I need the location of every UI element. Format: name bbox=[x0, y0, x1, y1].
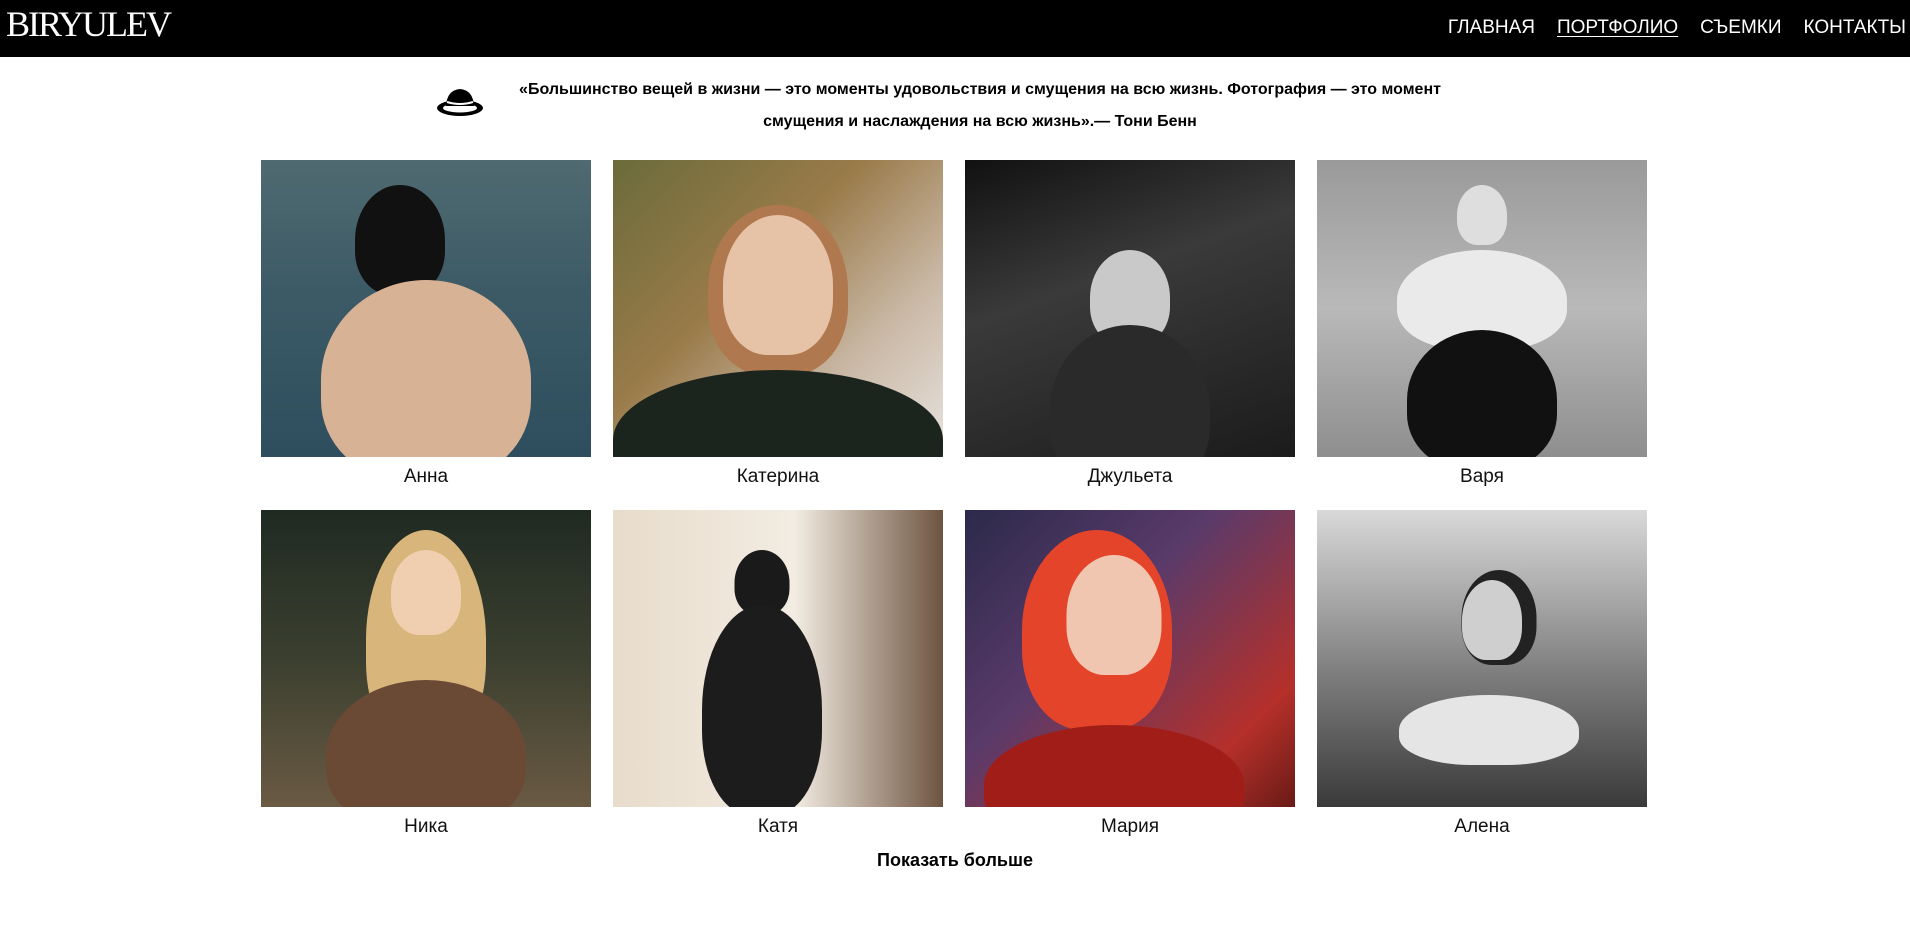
portfolio-card-dzhuleta[interactable]: Джульета bbox=[965, 160, 1295, 510]
portfolio-photo[interactable] bbox=[261, 160, 591, 457]
nav-link-home[interactable]: ГЛАВНАЯ bbox=[1448, 16, 1535, 40]
portfolio-name[interactable]: Катерина bbox=[613, 457, 943, 497]
quote-line-1: «Большинство вещей в жизни — это моменты… bbox=[519, 81, 1441, 98]
quote-section: «Большинство вещей в жизни — это моменты… bbox=[435, 74, 1475, 138]
portfolio-name[interactable]: Алена bbox=[1317, 807, 1647, 847]
portfolio-photo[interactable] bbox=[1317, 160, 1647, 457]
portfolio-photo[interactable] bbox=[613, 510, 943, 807]
portfolio-card-katerina[interactable]: Катерина bbox=[613, 160, 943, 510]
portfolio-name[interactable]: Ника bbox=[261, 807, 591, 847]
portfolio-grid: Анна Катерина Джульета Варя Ника Катя Ма… bbox=[261, 160, 1648, 860]
portfolio-name[interactable]: Катя bbox=[613, 807, 943, 847]
nav-link-shoots[interactable]: СЪЕМКИ bbox=[1700, 16, 1781, 40]
quote-text: «Большинство вещей в жизни — это моменты… bbox=[485, 74, 1475, 138]
nav-link-portfolio[interactable]: ПОРТФОЛИО bbox=[1557, 16, 1678, 40]
portfolio-name[interactable]: Джульета bbox=[965, 457, 1295, 497]
portfolio-photo[interactable] bbox=[1317, 510, 1647, 807]
main-nav: ГЛАВНАЯ ПОРТФОЛИО СЪЕМКИ КОНТАКТЫ bbox=[1448, 16, 1906, 40]
portfolio-card-katya[interactable]: Катя bbox=[613, 510, 943, 860]
portfolio-photo[interactable] bbox=[965, 510, 1295, 807]
show-more-button[interactable]: Показать больше bbox=[0, 848, 1910, 872]
portfolio-photo[interactable] bbox=[613, 160, 943, 457]
hat-icon bbox=[437, 89, 483, 116]
portfolio-name[interactable]: Анна bbox=[261, 457, 591, 497]
portfolio-card-anna[interactable]: Анна bbox=[261, 160, 591, 510]
portfolio-card-nika[interactable]: Ника bbox=[261, 510, 591, 860]
portfolio-card-alena[interactable]: Алена bbox=[1317, 510, 1647, 860]
portfolio-card-mariya[interactable]: Мария bbox=[965, 510, 1295, 860]
portfolio-photo[interactable] bbox=[965, 160, 1295, 457]
portfolio-name[interactable]: Мария bbox=[965, 807, 1295, 847]
portfolio-card-varya[interactable]: Варя bbox=[1317, 160, 1647, 510]
quote-line-2: смущения и наслаждения на всю жизнь».— Т… bbox=[763, 113, 1197, 130]
site-logo[interactable]: BIRYULEV bbox=[6, 4, 172, 44]
portfolio-photo[interactable] bbox=[261, 510, 591, 807]
nav-link-contacts[interactable]: КОНТАКТЫ bbox=[1804, 16, 1907, 40]
site-header: BIRYULEV ГЛАВНАЯ ПОРТФОЛИО СЪЕМКИ КОНТАК… bbox=[0, 0, 1910, 57]
portfolio-name[interactable]: Варя bbox=[1317, 457, 1647, 497]
